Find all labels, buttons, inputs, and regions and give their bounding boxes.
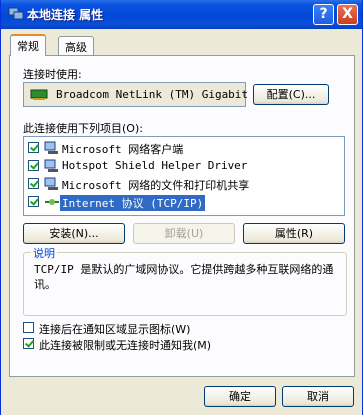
uninstall-button[interactable]: 卸载(U) [133,223,235,244]
list-item[interactable]: Microsoft 网络客户端 [24,140,344,157]
description-title: 说明 [31,245,57,261]
window-title: 本地连接 属性 [27,8,104,22]
item-checkbox[interactable] [28,142,39,153]
tab-advanced[interactable]: 高级 [58,36,94,55]
connect-using-label: 连接时使用: [23,68,82,81]
list-item[interactable]: Hotspot Shield Helper Driver [24,158,344,175]
cancel-button[interactable]: 取消 [282,386,354,407]
protocol-icon [45,199,59,205]
list-item[interactable]: Microsoft 网络的文件和打印机共享 [24,176,344,193]
items-label: 此连接使用下列项目(O): [23,122,143,135]
title-bar[interactable]: 本地连接 属性 ? X [1,0,362,29]
adapter-name: Broadcom NetLink (TM) Gigabit [56,88,249,101]
show-icon-checkbox[interactable] [23,322,34,333]
file-sharing-icon [44,177,58,190]
description-text: TCP/IP 是默认的广域网协议。它提供跨越多种互联网络的通讯。 [34,263,334,291]
client-icon [44,141,58,154]
install-button[interactable]: 安装(N)... [23,223,125,244]
close-button[interactable]: X [337,4,358,25]
show-icon-option[interactable]: 连接后在通知区域显示图标(W) [23,321,273,336]
properties-button[interactable]: 属性(R) [243,223,345,244]
components-list[interactable]: Microsoft 网络客户端 Hotspot Shield Helper Dr… [23,136,345,216]
driver-icon [44,159,58,172]
list-item[interactable]: Internet 协议 (TCP/IP) [24,194,344,211]
tab-general[interactable]: 常规 [10,34,46,56]
properties-dialog: 本地连接 属性 ? X 常规 高级 连接时使用: Broadcom NetLin… [0,0,363,415]
notify-checkbox[interactable] [23,338,34,349]
network-adapter-icon [30,89,48,100]
ok-button[interactable]: 确定 [204,386,276,407]
item-checkbox[interactable] [28,196,39,207]
notify-option[interactable]: 此连接被限制或无连接时通知我(M) [23,337,273,352]
adapter-field: Broadcom NetLink (TM) Gigabit [23,82,249,107]
network-connection-icon [8,7,24,20]
configure-button[interactable]: 配置(C)... [253,84,329,105]
item-checkbox[interactable] [28,160,39,171]
item-checkbox[interactable] [28,178,39,189]
help-button[interactable]: ? [313,4,334,25]
